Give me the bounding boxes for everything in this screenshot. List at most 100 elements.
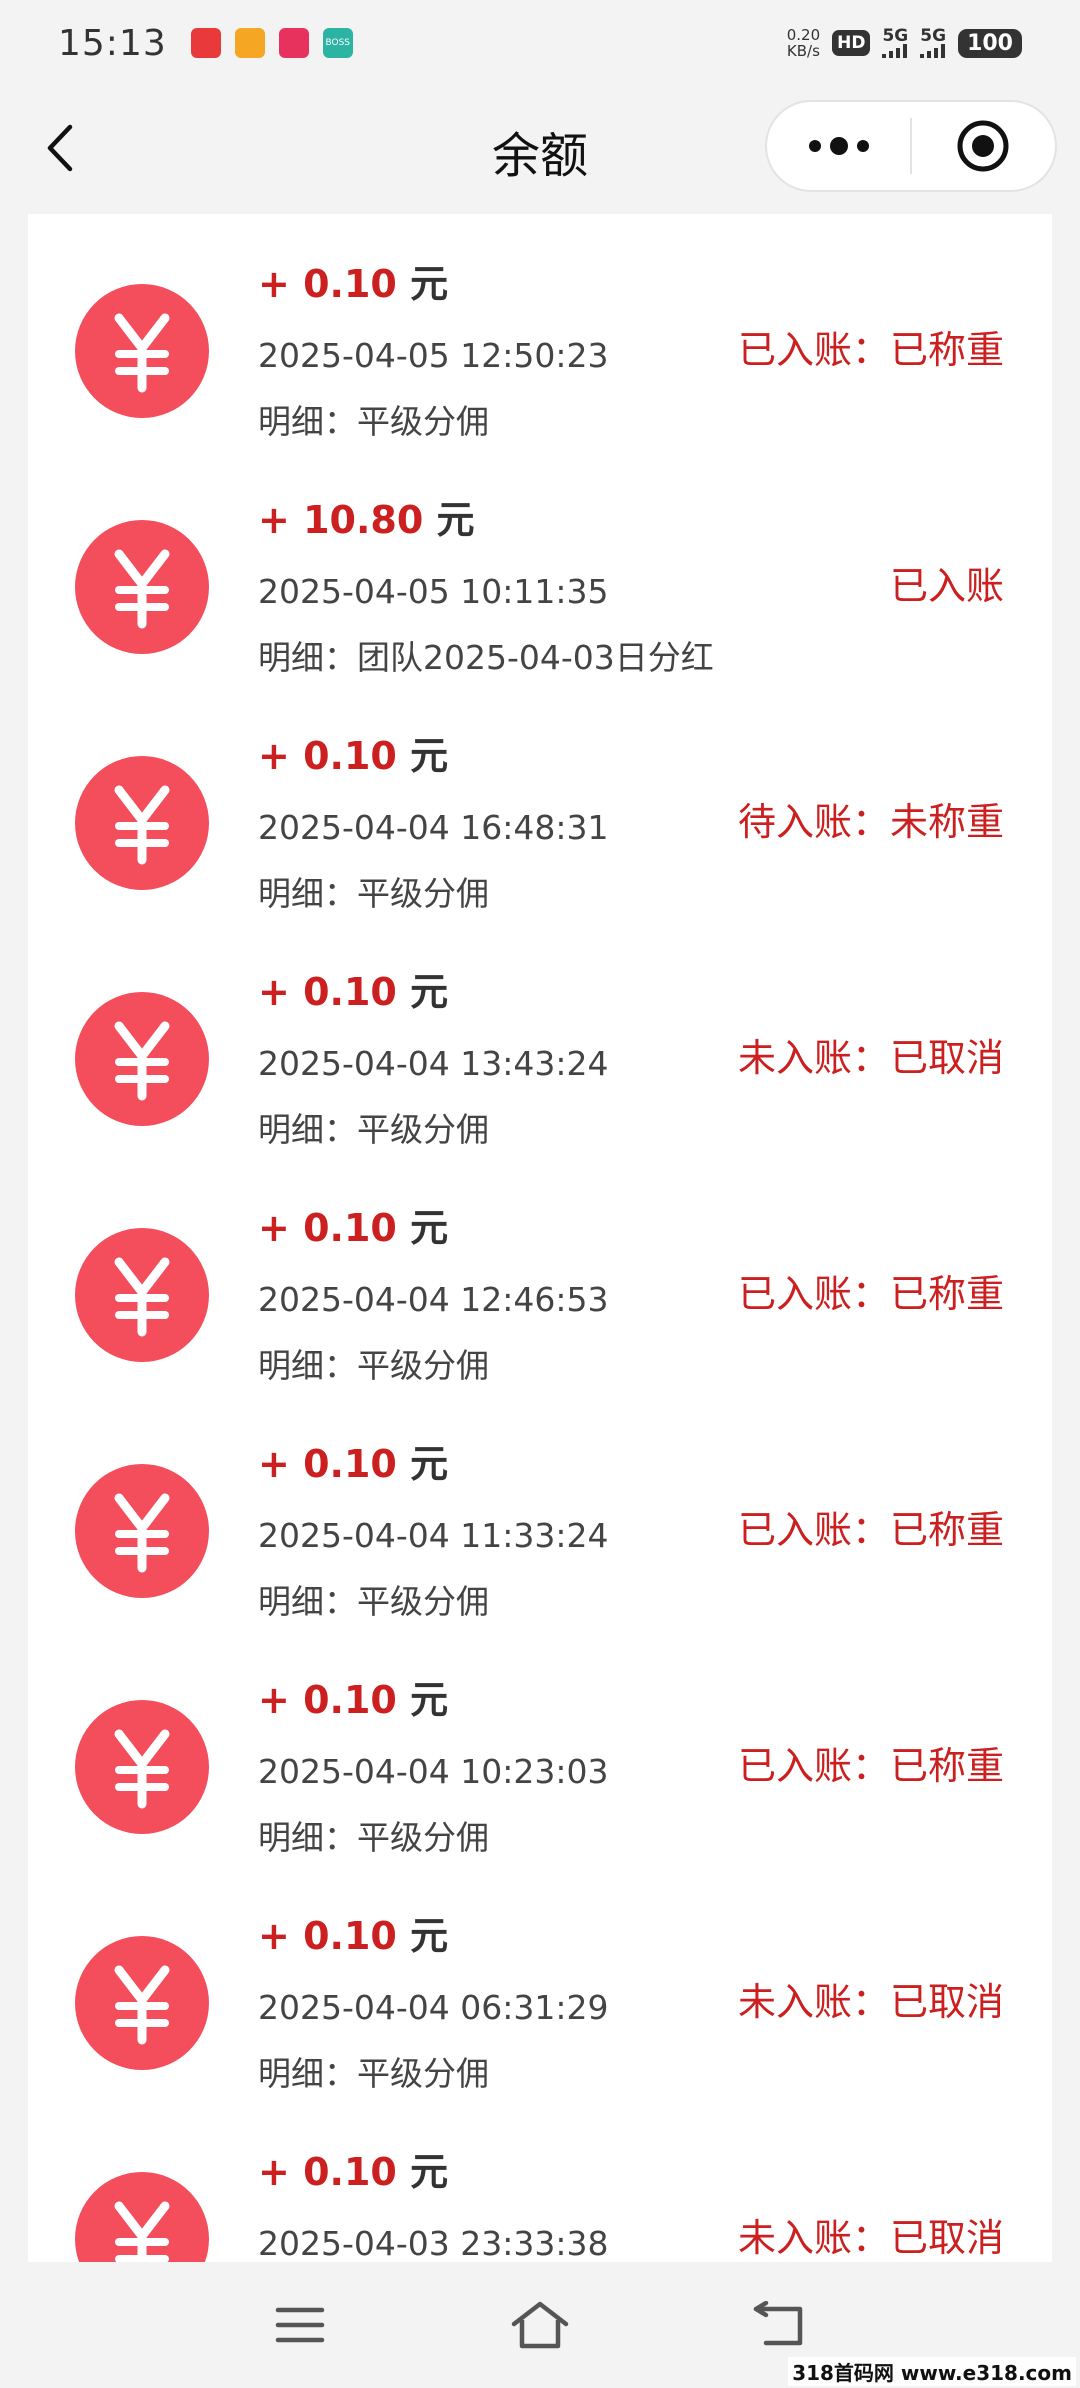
yuan-coin-icon — [75, 992, 209, 1126]
target-close-icon — [957, 120, 1009, 172]
amount-unit: 元 — [410, 1678, 449, 1722]
amount-value: 0.10 — [303, 1206, 397, 1250]
amount-sign: + — [258, 1442, 290, 1486]
record-amount: + 0.10 元 — [258, 2150, 448, 2194]
amount-unit: 元 — [410, 1442, 449, 1486]
amount-value: 0.10 — [303, 262, 397, 306]
network-speed: 0.20 KB/s — [787, 27, 820, 59]
balance-record-item[interactable]: + 0.10 元 2025-04-05 12:50:23 明细：平级分佣 已入账… — [28, 214, 1052, 450]
amount-sign: + — [258, 970, 290, 1014]
balance-record-list[interactable]: + 0.10 元 2025-04-05 12:50:23 明细：平级分佣 已入账… — [28, 214, 1052, 2262]
video-app-notification-icon — [234, 28, 265, 58]
menu-button[interactable] — [265, 2290, 335, 2360]
amount-value: 0.10 — [303, 970, 397, 1014]
record-detail: 明细：平级分佣 — [258, 1818, 489, 1857]
amount-unit: 元 — [410, 262, 449, 306]
hd-voice-icon: HD — [832, 30, 871, 56]
record-status: 未入账：已取消 — [737, 1980, 1004, 2024]
record-detail: 明细：平级分佣 — [258, 2054, 489, 2093]
record-time: 2025-04-04 10:23:03 — [258, 1752, 609, 1791]
record-status: 已入账：已称重 — [737, 328, 1004, 372]
record-amount: + 10.80 元 — [258, 498, 475, 542]
status-bar: 15:13 BOSS 0.20 KB/s HD 5G 5G 100 — [0, 0, 1080, 86]
boss-app-notification-icon: BOSS — [322, 28, 353, 58]
amount-unit: 元 — [410, 2150, 449, 2194]
miniprogram-capsule — [765, 100, 1057, 192]
network-speed-value: 0.20 — [786, 26, 821, 44]
record-amount: + 0.10 元 — [258, 1442, 448, 1486]
status-indicators: 0.20 KB/s HD 5G 5G 100 — [787, 0, 1022, 86]
amount-sign: + — [258, 2150, 290, 2194]
record-status: 未入账：已取消 — [737, 1036, 1004, 1080]
title-bar: 余额 — [0, 86, 1080, 214]
record-status: 已入账：已称重 — [737, 1508, 1004, 1552]
balance-record-item[interactable]: + 0.10 元 2025-04-04 13:43:24 明细：平级分佣 未入账… — [28, 922, 1052, 1158]
record-detail: 明细：团队2025-04-03日分红 — [258, 638, 714, 677]
record-time: 2025-04-04 06:31:29 — [258, 1988, 609, 2027]
amount-unit: 元 — [436, 498, 475, 542]
amount-unit: 元 — [410, 734, 449, 778]
record-amount: + 0.10 元 — [258, 1914, 448, 1958]
record-amount: + 0.10 元 — [258, 734, 448, 778]
record-status: 已入账：已称重 — [737, 1272, 1004, 1316]
signal-icon-sim1: 5G — [882, 28, 908, 58]
record-amount: + 0.10 元 — [258, 262, 448, 306]
amount-value: 0.10 — [303, 734, 397, 778]
home-button[interactable] — [505, 2290, 575, 2360]
record-time: 2025-04-03 23:33:38 — [258, 2224, 609, 2262]
amount-unit: 元 — [410, 1914, 449, 1958]
amount-unit: 元 — [410, 970, 449, 1014]
record-status: 未入账：已取消 — [737, 2216, 1004, 2260]
amount-value: 0.10 — [303, 1678, 397, 1722]
record-amount: + 0.10 元 — [258, 970, 448, 1014]
record-time: 2025-04-04 11:33:24 — [258, 1516, 609, 1555]
amount-value: 10.80 — [303, 498, 424, 542]
yuan-coin-icon — [75, 284, 209, 418]
record-detail: 明细：平级分佣 — [258, 874, 489, 913]
record-detail: 明细：平级分佣 — [258, 1582, 489, 1621]
menu-icon — [275, 2307, 325, 2343]
balance-record-item[interactable]: + 0.10 元 2025-04-04 11:33:24 明细：平级分佣 已入账… — [28, 1394, 1052, 1630]
record-time: 2025-04-05 12:50:23 — [258, 336, 609, 375]
back-nav-button[interactable] — [745, 2290, 815, 2360]
balance-record-item[interactable]: + 0.10 元 2025-04-04 06:31:29 明细：平级分佣 未入账… — [28, 1866, 1052, 2102]
battery-icon: 100 — [958, 28, 1022, 58]
record-status: 待入账：未称重 — [737, 800, 1004, 844]
yuan-coin-icon — [75, 1228, 209, 1362]
record-detail: 明细：平级分佣 — [258, 402, 489, 441]
amount-sign: + — [258, 1206, 290, 1250]
amount-sign: + — [258, 262, 290, 306]
yuan-coin-icon — [75, 756, 209, 890]
record-time: 2025-04-04 12:46:53 — [258, 1280, 609, 1319]
amount-sign: + — [258, 734, 290, 778]
balance-record-item[interactable]: + 0.10 元 2025-04-04 10:23:03 明细：平级分佣 已入账… — [28, 1630, 1052, 1866]
more-dots-icon — [808, 137, 869, 155]
status-time: 15:13 — [58, 22, 167, 64]
amount-value: 0.10 — [303, 1914, 397, 1958]
yuan-coin-icon — [75, 1700, 209, 1834]
record-time: 2025-04-04 16:48:31 — [258, 808, 609, 847]
amount-sign: + — [258, 498, 290, 542]
record-status: 已入账：已称重 — [737, 1744, 1004, 1788]
amount-value: 0.10 — [303, 2150, 397, 2194]
close-miniprogram-button[interactable] — [912, 102, 1055, 190]
balance-record-item[interactable]: + 0.10 元 2025-04-04 12:46:53 明细：平级分佣 已入账… — [28, 1158, 1052, 1394]
balance-record-item[interactable]: + 0.10 元 2025-04-03 23:33:38 未入账：已取消 — [28, 2102, 1052, 2262]
network-speed-unit: KB/s — [786, 42, 820, 60]
return-icon — [753, 2301, 803, 2346]
yuan-coin-icon — [75, 2172, 209, 2262]
amount-sign: + — [258, 1914, 290, 1958]
signal-1-label: 5G — [882, 26, 909, 46]
signal-icon-sim2: 5G — [920, 28, 946, 58]
record-amount: + 0.10 元 — [258, 1206, 448, 1250]
balance-record-item[interactable]: + 10.80 元 2025-04-05 10:11:35 明细：团队2025-… — [28, 450, 1052, 686]
more-button[interactable] — [767, 102, 910, 190]
yuan-coin-icon — [75, 520, 209, 654]
watermark: 318首码网 www.e318.com — [788, 2357, 1076, 2386]
signal-2-label: 5G — [920, 26, 947, 46]
balance-record-item[interactable]: + 0.10 元 2025-04-04 16:48:31 明细：平级分佣 待入账… — [28, 686, 1052, 922]
record-detail: 明细：平级分佣 — [258, 1346, 489, 1385]
amount-sign: + — [258, 1678, 290, 1722]
amount-value: 0.10 — [303, 1442, 397, 1486]
app-notification-icon — [190, 28, 221, 58]
